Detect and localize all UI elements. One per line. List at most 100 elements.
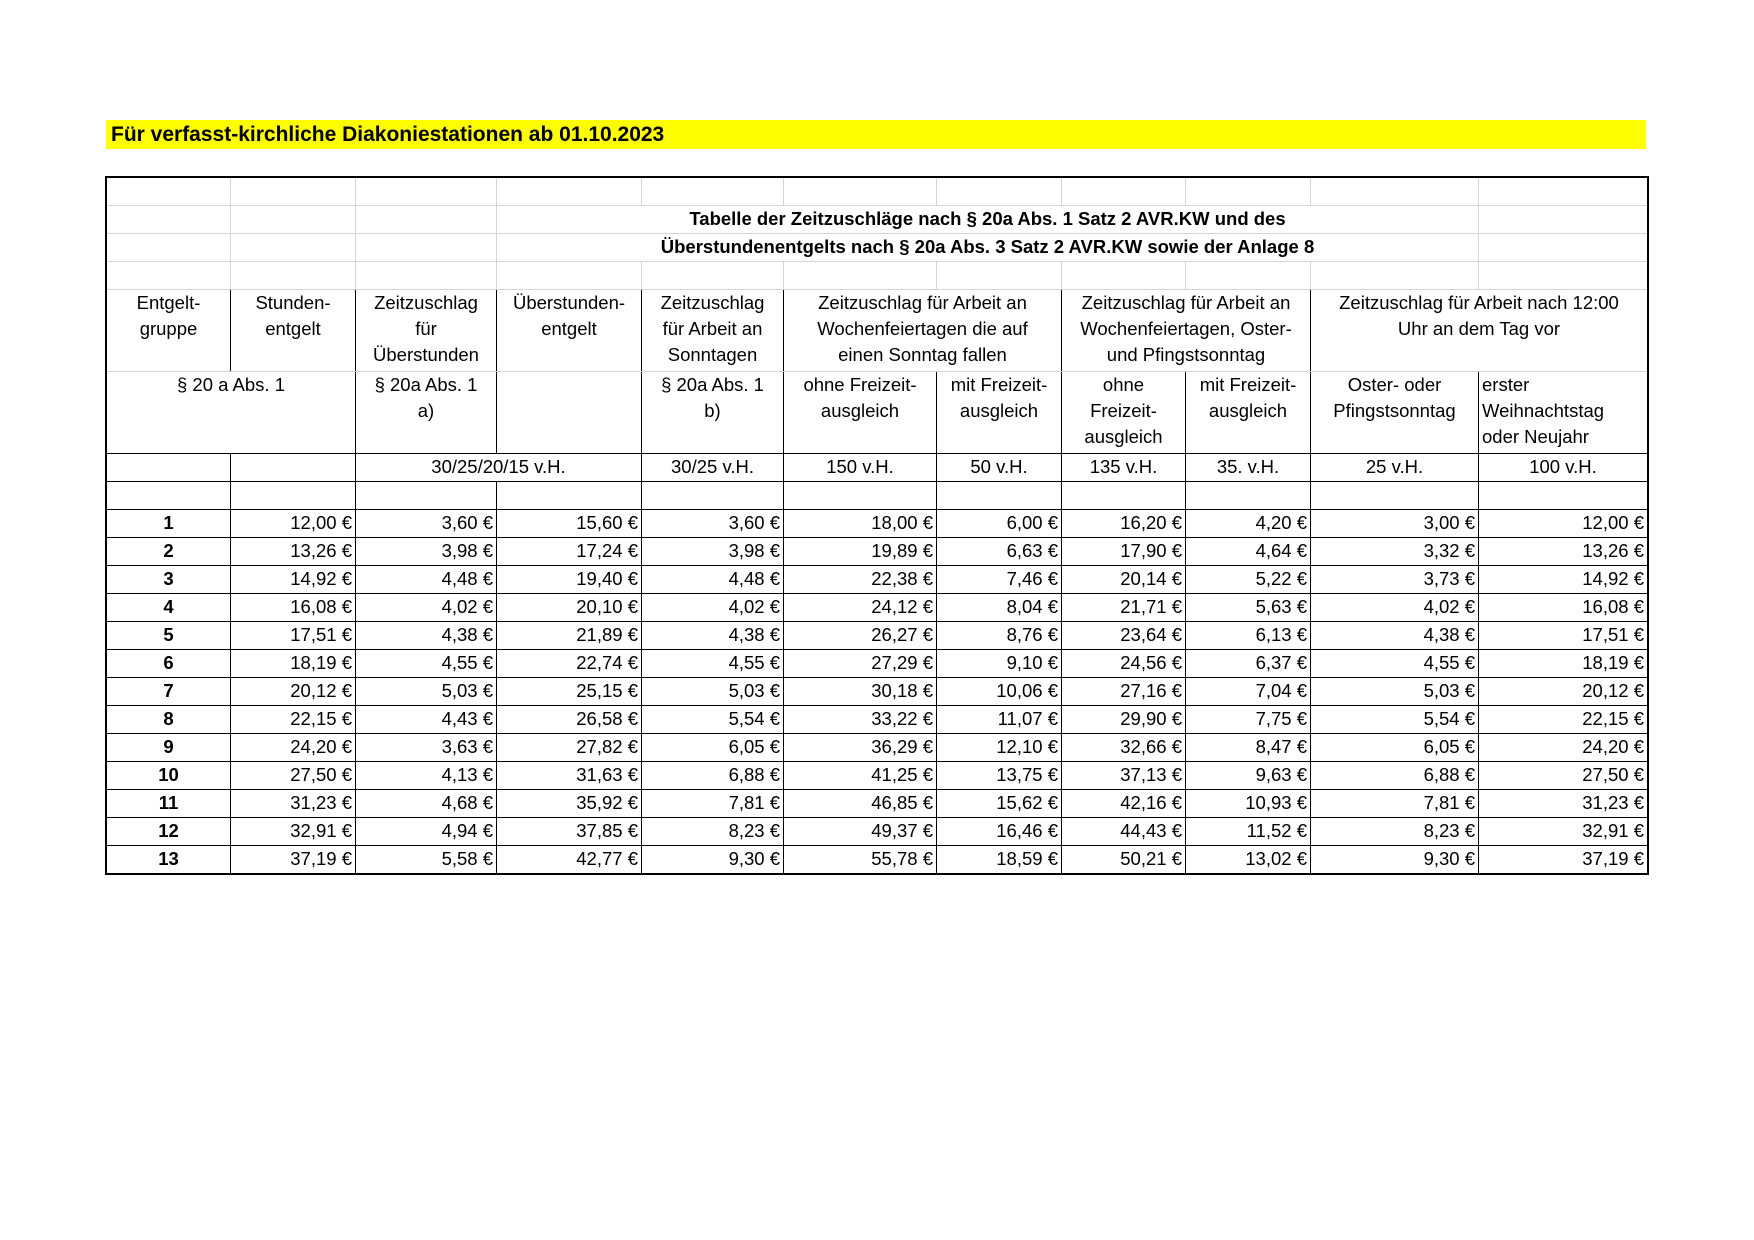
value-cell: 4,20 € — [1185, 509, 1311, 538]
value-cell: 4,38 € — [1310, 621, 1479, 650]
value-cell: 22,15 € — [230, 705, 356, 734]
table-row: 6 18,19 €4,55 €22,74 €4,55 €27,29 €9,10 €… — [106, 649, 1648, 678]
value-cell: 46,85 € — [783, 789, 937, 818]
entgeltgruppe-cell: 7 — [106, 677, 231, 706]
value-cell: 8,76 € — [936, 621, 1062, 650]
entgeltgruppe-cell: 6 — [106, 649, 231, 678]
value-cell: 8,04 € — [936, 593, 1062, 622]
value-cell: 6,63 € — [936, 537, 1062, 566]
value-cell: 18,19 € — [230, 649, 356, 678]
value-cell: 35,92 € — [496, 789, 642, 818]
value-cell: 18,19 € — [1478, 649, 1648, 678]
header-zeitzuschlag-sonntage: Zeitzuschlag für Arbeit an Sonntagen — [641, 289, 784, 372]
value-cell: 5,54 € — [641, 705, 784, 734]
table-row: 9 24,20 €3,63 €27,82 €6,05 €36,29 €12,10 … — [106, 733, 1648, 762]
value-cell: 6,37 € — [1185, 649, 1311, 678]
value-cell: 27,16 € — [1061, 677, 1186, 706]
value-cell: 16,08 € — [230, 593, 356, 622]
value-cell: 4,02 € — [1310, 593, 1479, 622]
header-zeitzuschlag-feiertag-sonntag: Zeitzuschlag für Arbeit an Wochenfeierta… — [783, 289, 1062, 372]
value-cell: 5,03 € — [641, 677, 784, 706]
table-row: 10 27,50 €4,13 €31,63 €6,88 €41,25 €13,75… — [106, 761, 1648, 790]
value-cell: 5,58 € — [355, 845, 497, 874]
value-cell: 20,14 € — [1061, 565, 1186, 594]
value-cell: 18,00 € — [783, 509, 937, 538]
value-cell: 18,59 € — [936, 845, 1062, 874]
value-cell: 17,24 € — [496, 537, 642, 566]
subheader-paragraph-abs1b: § 20a Abs. 1 b) — [641, 371, 784, 454]
value-cell: 6,05 € — [1310, 733, 1479, 762]
value-cell: 16,46 € — [936, 817, 1062, 846]
pct-135: 135 v.H. — [1061, 453, 1186, 482]
value-cell: 16,20 € — [1061, 509, 1186, 538]
subheader-paragraph-abs1: § 20 a Abs. 1 — [106, 371, 356, 454]
title-row-2: Überstundenentgelts nach § 20a Abs. 3 Sa… — [106, 233, 1648, 262]
value-cell: 32,91 € — [1478, 817, 1648, 846]
zeitzuschlag-table: Tabelle der Zeitzuschläge nach § 20a Abs… — [105, 176, 1649, 875]
table-row: 8 22,15 €4,43 €26,58 €5,54 €33,22 €11,07 … — [106, 705, 1648, 734]
value-cell: 44,43 € — [1061, 817, 1186, 846]
value-cell: 29,90 € — [1061, 705, 1186, 734]
entgeltgruppe-cell: 3 — [106, 565, 231, 594]
header-stundenentgelt: Stunden- entgelt — [230, 289, 356, 372]
value-cell: 23,64 € — [1061, 621, 1186, 650]
value-cell: 4,68 € — [355, 789, 497, 818]
subheader-empty — [496, 371, 642, 454]
pct-35: 35. v.H. — [1185, 453, 1311, 482]
subheader-mit-freizeitausgleich-2: mit Freizeit- ausgleich — [1185, 371, 1311, 454]
value-cell: 37,19 € — [1478, 845, 1648, 874]
value-cell: 5,22 € — [1185, 565, 1311, 594]
value-cell: 4,55 € — [355, 649, 497, 678]
value-cell: 5,63 € — [1185, 593, 1311, 622]
pct-150: 150 v.H. — [783, 453, 937, 482]
value-cell: 8,23 € — [641, 817, 784, 846]
header-zeitzuschlag-ueberstunden: Zeitzuschlag für Überstunden — [355, 289, 497, 372]
value-cell: 20,12 € — [230, 677, 356, 706]
value-cell: 7,75 € — [1185, 705, 1311, 734]
value-cell: 17,51 € — [1478, 621, 1648, 650]
spacer-row — [106, 177, 1648, 206]
value-cell: 11,52 € — [1185, 817, 1311, 846]
pct-ueberstunden: 30/25/20/15 v.H. — [355, 453, 642, 482]
value-cell: 31,63 € — [496, 761, 642, 790]
value-cell: 4,48 € — [355, 565, 497, 594]
value-cell: 5,03 € — [1310, 677, 1479, 706]
value-cell: 4,38 € — [641, 621, 784, 650]
pct-sonntag: 30/25 v.H. — [641, 453, 784, 482]
title-row-1: Tabelle der Zeitzuschläge nach § 20a Abs… — [106, 205, 1648, 234]
subheader-weihnachtstag-neujahr: erster Weihnachtstag oder Neujahr — [1478, 371, 1648, 454]
value-cell: 17,51 € — [230, 621, 356, 650]
value-cell: 3,98 € — [355, 537, 497, 566]
value-cell: 3,32 € — [1310, 537, 1479, 566]
value-cell: 9,10 € — [936, 649, 1062, 678]
value-cell: 3,73 € — [1310, 565, 1479, 594]
value-cell: 6,00 € — [936, 509, 1062, 538]
value-cell: 4,02 € — [641, 593, 784, 622]
value-cell: 3,63 € — [355, 733, 497, 762]
value-cell: 42,16 € — [1061, 789, 1186, 818]
entgeltgruppe-cell: 10 — [106, 761, 231, 790]
value-cell: 27,82 € — [496, 733, 642, 762]
value-cell: 32,91 € — [230, 817, 356, 846]
value-cell: 21,71 € — [1061, 593, 1186, 622]
value-cell: 36,29 € — [783, 733, 937, 762]
value-cell: 15,60 € — [496, 509, 642, 538]
subheader-row: § 20 a Abs. 1 § 20a Abs. 1 a) § 20a Abs.… — [106, 371, 1648, 454]
value-cell: 12,10 € — [936, 733, 1062, 762]
value-cell: 37,13 € — [1061, 761, 1186, 790]
value-cell: 24,20 € — [230, 733, 356, 762]
pct-100: 100 v.H. — [1478, 453, 1648, 482]
table-row: 11 31,23 €4,68 €35,92 €7,81 €46,85 €15,62… — [106, 789, 1648, 818]
value-cell: 8,23 € — [1310, 817, 1479, 846]
value-cell: 50,21 € — [1061, 845, 1186, 874]
value-cell: 6,05 € — [641, 733, 784, 762]
value-cell: 20,12 € — [1478, 677, 1648, 706]
value-cell: 5,03 € — [355, 677, 497, 706]
table-row: 3 14,92 €4,48 €19,40 €4,48 €22,38 €7,46 €… — [106, 565, 1648, 594]
value-cell: 31,23 € — [230, 789, 356, 818]
value-cell: 11,07 € — [936, 705, 1062, 734]
subheader-oster-pfingstsonntag: Oster- oder Pfingstsonntag — [1310, 371, 1479, 454]
value-cell: 22,74 € — [496, 649, 642, 678]
value-cell: 21,89 € — [496, 621, 642, 650]
value-cell: 15,62 € — [936, 789, 1062, 818]
